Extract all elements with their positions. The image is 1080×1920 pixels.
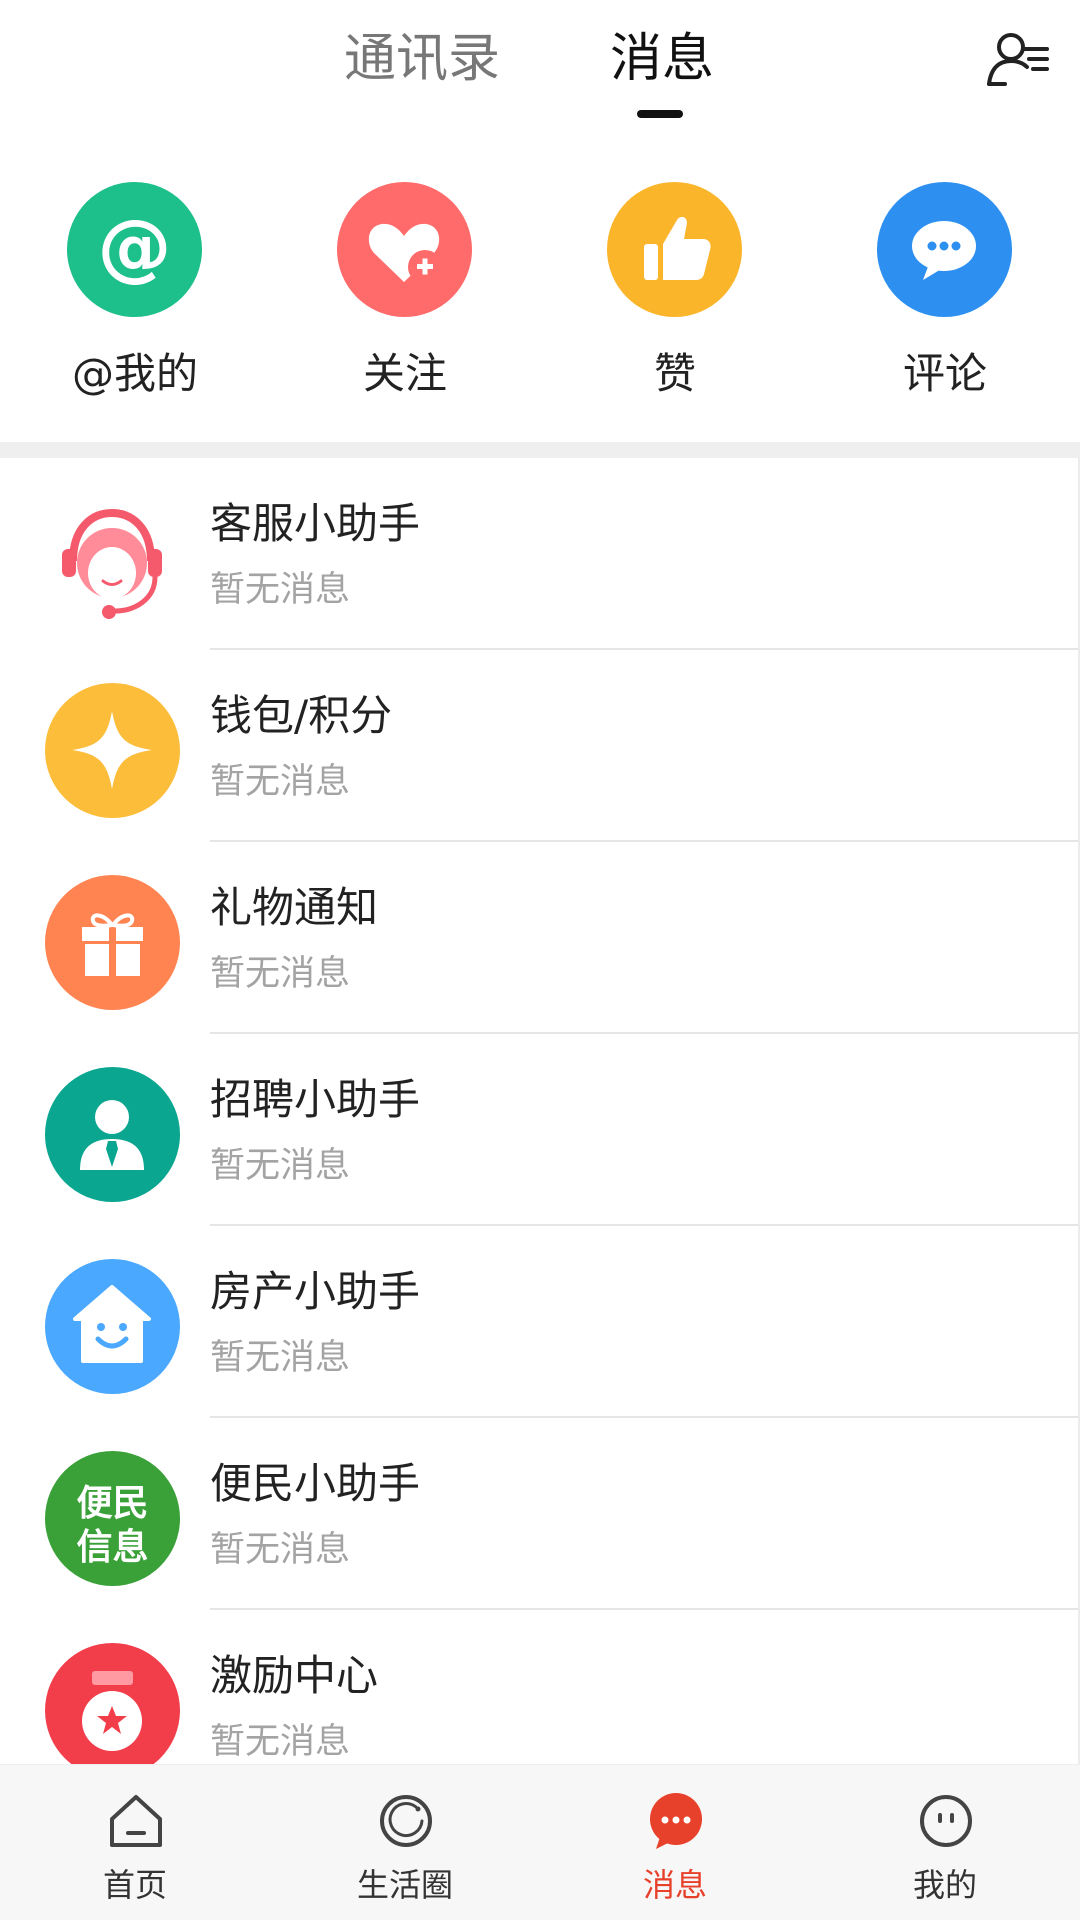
list-item[interactable]: 激励中心 暂无消息: [0, 1610, 1080, 1764]
bottom-nav: 首页 生活圈 消息 我的: [0, 1764, 1080, 1920]
quick-follow[interactable]: 关注: [270, 182, 540, 422]
thumbs-up-icon: [607, 182, 742, 317]
list-item[interactable]: 招聘小助手 暂无消息: [0, 1034, 1080, 1226]
gift-icon: [45, 875, 180, 1010]
quick-label: 关注: [362, 349, 447, 398]
heart-plus-icon: [337, 182, 472, 317]
badge-text-bottom: 信息: [76, 1527, 148, 1568]
item-title: 钱包/积分: [210, 691, 393, 740]
item-title: 房产小助手: [210, 1267, 421, 1316]
life-circle-icon: [378, 1793, 434, 1849]
convenience-info-badge: 便民 信息: [45, 1451, 180, 1586]
section-separator: [0, 442, 1080, 458]
svg-text:@: @: [98, 204, 172, 290]
active-tab-indicator: [637, 110, 683, 118]
nav-home[interactable]: 首页: [0, 1765, 270, 1920]
smiling-house-icon: [45, 1259, 180, 1394]
tab-contacts[interactable]: 通讯录: [344, 28, 500, 90]
comment-bubble-icon: [877, 182, 1012, 317]
nav-label: 生活圈: [356, 1866, 453, 1904]
at-icon: @: [67, 182, 202, 317]
recruiter-icon: [45, 1067, 180, 1202]
nav-label: 消息: [642, 1866, 707, 1904]
list-item[interactable]: 礼物通知 暂无消息: [0, 842, 1080, 1034]
item-subtitle: 暂无消息: [210, 1146, 351, 1186]
badge-text-top: 便民: [76, 1483, 148, 1524]
list-item[interactable]: 客服小助手 暂无消息: [0, 458, 1080, 650]
item-subtitle: 暂无消息: [210, 1338, 351, 1378]
contacts-manage-icon[interactable]: [985, 30, 1050, 90]
item-subtitle: 暂无消息: [210, 954, 351, 994]
nav-label: 首页: [102, 1866, 167, 1904]
item-title: 客服小助手: [210, 499, 421, 548]
quick-label: @我的: [71, 349, 198, 398]
item-subtitle: 暂无消息: [210, 1530, 351, 1570]
nav-label: 我的: [912, 1866, 977, 1904]
quick-actions: @ @我的 关注 赞 评论: [0, 160, 1080, 442]
nav-messages[interactable]: 消息: [540, 1765, 810, 1920]
diamond-star-icon: [45, 683, 180, 818]
messages-screen: 通讯录 消息 @ @我的 关注 赞 评论 客服小助手 暂无消息 钱包/积分 暂无…: [0, 0, 1080, 1920]
item-subtitle: 暂无消息: [210, 570, 351, 610]
tab-messages[interactable]: 消息: [610, 28, 714, 90]
item-subtitle: 暂无消息: [210, 762, 351, 802]
list-item[interactable]: 房产小助手 暂无消息: [0, 1226, 1080, 1418]
nav-profile[interactable]: 我的: [810, 1765, 1080, 1920]
list-item[interactable]: 便民 信息 便民小助手 暂无消息: [0, 1418, 1080, 1610]
quick-label: 评论: [902, 349, 987, 398]
customer-service-icon: [45, 491, 180, 626]
quick-mentions[interactable]: @ @我的: [0, 182, 270, 422]
top-header: 通讯录 消息: [0, 0, 1080, 135]
quick-comments[interactable]: 评论: [810, 182, 1080, 422]
message-list: 客服小助手 暂无消息 钱包/积分 暂无消息 礼物通知 暂无消息 招聘小助手 暂无…: [0, 458, 1080, 1764]
item-title: 激励中心: [210, 1651, 379, 1700]
nav-life-circle[interactable]: 生活圈: [270, 1765, 540, 1920]
item-subtitle: 暂无消息: [210, 1722, 351, 1762]
quick-likes[interactable]: 赞: [540, 182, 810, 422]
message-dots-icon: [648, 1793, 704, 1849]
medal-icon: [45, 1643, 180, 1764]
profile-face-icon: [918, 1793, 974, 1849]
quick-label: 赞: [653, 349, 696, 398]
item-title: 便民小助手: [210, 1459, 421, 1508]
item-title: 礼物通知: [210, 883, 379, 932]
list-item[interactable]: 钱包/积分 暂无消息: [0, 650, 1080, 842]
item-title: 招聘小助手: [210, 1075, 421, 1124]
home-icon: [108, 1793, 164, 1849]
